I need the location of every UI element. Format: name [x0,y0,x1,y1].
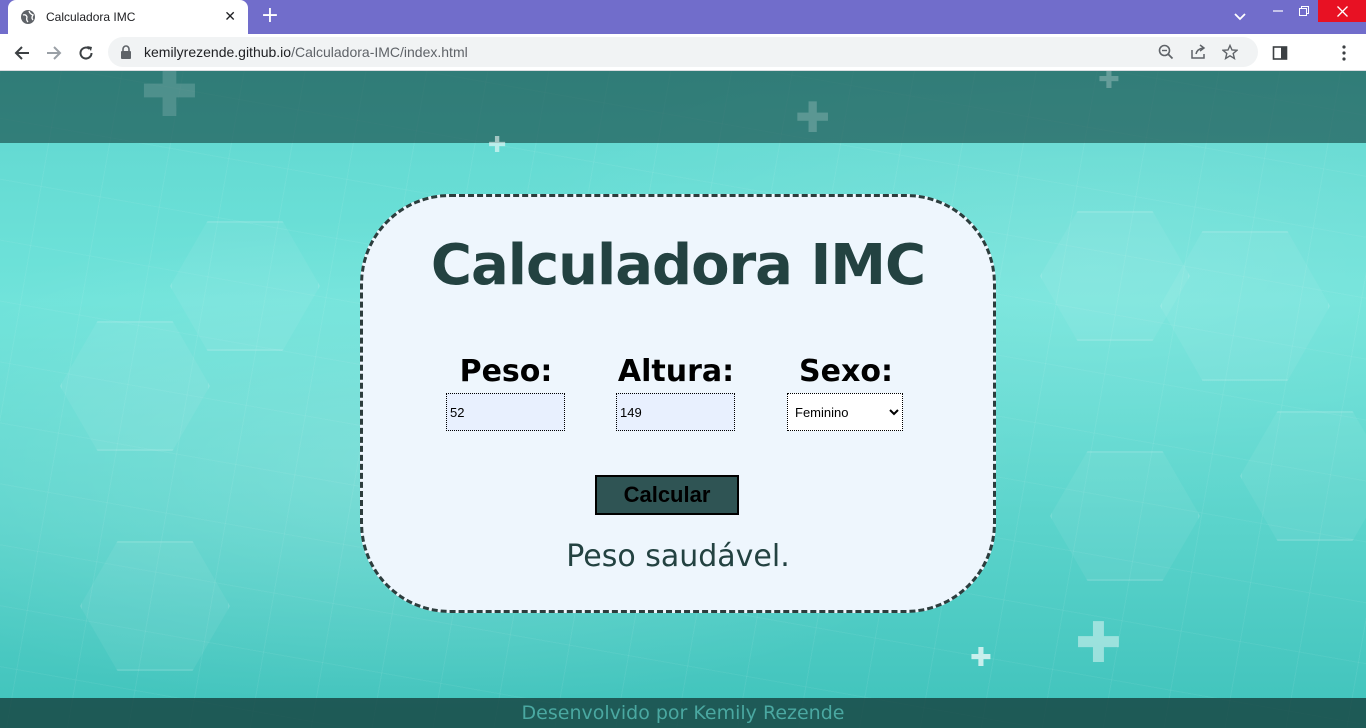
tab-search-icon[interactable] [1228,6,1252,28]
zoom-icon[interactable] [1150,40,1182,64]
url-domain: kemilyrezende.github.io [144,44,292,60]
footer-credit: Desenvolvido por Kemily Rezende [521,702,845,724]
footer: Desenvolvido por Kemily Rezende [0,698,1366,728]
sexo-field: Sexo: Feminino [787,352,905,431]
altura-field: Altura: [616,352,736,431]
minimize-icon[interactable] [1266,0,1290,22]
star-icon[interactable] [1214,40,1246,64]
browser-toolbar: kemilyrezende.github.io/Calculadora-IMC/… [0,34,1366,71]
tab-bar: Calculadora IMC ✕ + [0,0,1366,34]
url-path: /Calculadora-IMC/index.html [291,44,468,60]
tab-title: Calculadora IMC [46,10,136,24]
sexo-label: Sexo: [799,354,893,389]
address-bar[interactable]: kemilyrezende.github.io/Calculadora-IMC/… [108,37,1258,67]
side-panel-icon[interactable] [1268,41,1292,65]
medical-cross-icon: ✚ [795,93,831,142]
globe-icon [20,9,36,25]
medical-cross-icon: ✚ [488,133,507,158]
menu-icon[interactable] [1332,41,1356,65]
page-title: Calculadora IMC [430,233,926,298]
back-icon[interactable] [10,41,34,65]
page-background: ✚ ✚ ✚ ✚ ✚ ✚ Calculadora IMC Peso: Altura… [0,71,1366,728]
forward-icon[interactable] [42,41,66,65]
medical-cross-icon: ✚ [1075,611,1122,676]
browser-tab[interactable]: Calculadora IMC ✕ [8,0,248,34]
calculate-button[interactable]: Calcular [595,475,739,515]
result-text: Peso saudável. [566,539,790,574]
window-close-icon[interactable] [1318,0,1366,22]
sexo-select[interactable]: Feminino [787,393,903,431]
lock-icon[interactable] [120,45,134,59]
header-band [0,71,1366,143]
peso-input[interactable] [446,393,565,431]
reload-icon[interactable] [74,41,98,65]
medical-cross-icon: ✚ [1098,71,1120,95]
calculator-card: Calculadora IMC Peso: Altura: Sexo: Femi… [360,194,996,613]
new-tab-button[interactable]: + [260,5,280,27]
tab-close-icon[interactable]: ✕ [224,9,236,25]
url-text: kemilyrezende.github.io/Calculadora-IMC/… [144,44,1150,60]
medical-cross-icon: ✚ [970,643,992,673]
restore-icon[interactable] [1292,0,1316,22]
medical-cross-icon: ✚ [140,71,199,133]
altura-label: Altura: [617,354,735,389]
altura-input[interactable] [616,393,735,431]
peso-field: Peso: [446,352,566,431]
peso-label: Peso: [459,354,553,389]
share-icon[interactable] [1182,40,1214,64]
